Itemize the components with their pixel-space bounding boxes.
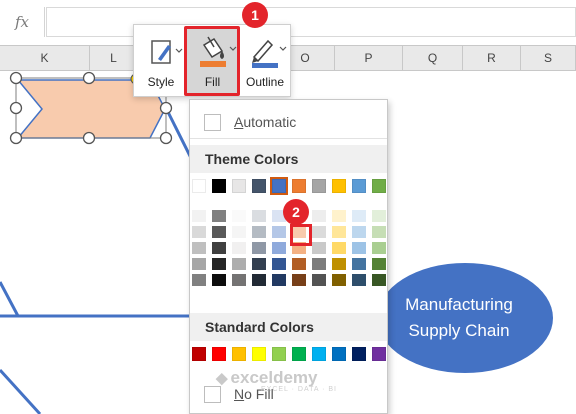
standard-color-swatch[interactable] [312, 347, 326, 361]
standard-color-swatch[interactable] [372, 347, 386, 361]
theme-shade-swatch[interactable] [312, 210, 326, 222]
theme-shade-swatch[interactable] [352, 242, 366, 254]
theme-shade-swatch[interactable] [372, 274, 386, 286]
theme-shade-swatch[interactable] [252, 274, 266, 286]
style-icon [151, 40, 183, 64]
theme-shade-swatch[interactable] [212, 210, 226, 222]
standard-color-swatch[interactable] [192, 347, 206, 361]
theme-shade-swatch[interactable] [332, 258, 346, 270]
theme-shade-swatch[interactable] [352, 274, 366, 286]
theme-shade-swatch[interactable] [372, 258, 386, 270]
theme-shade-swatch[interactable] [272, 226, 286, 238]
theme-shade-swatch[interactable] [312, 274, 326, 286]
fill-highlight [184, 26, 240, 96]
theme-shade-swatch[interactable] [232, 226, 246, 238]
standard-color-swatch[interactable] [212, 347, 226, 361]
ellipse-label-line2: Supply Chain [408, 321, 510, 340]
logo-icon: ◆ [216, 370, 228, 387]
logo-tagline: EXCEL · DATA · BI [261, 386, 337, 393]
theme-color-swatch[interactable] [212, 179, 226, 193]
theme-shade-swatch[interactable] [332, 242, 346, 254]
automatic-option[interactable]: Automatic [190, 108, 387, 136]
step-2-badge: 2 [283, 199, 309, 225]
standard-color-swatch[interactable] [232, 347, 246, 361]
automatic-swatch [204, 114, 221, 131]
theme-shade-swatch[interactable] [252, 226, 266, 238]
theme-shade-swatch[interactable] [352, 226, 366, 238]
pen-outline-icon [252, 39, 287, 68]
theme-color-swatch[interactable] [232, 179, 246, 193]
ellipse-label-line1: Manufacturing [405, 295, 513, 314]
outline-button[interactable]: Outline [240, 29, 290, 93]
standard-colors-heading: Standard Colors [190, 313, 387, 341]
exceldemy-logo: ◆ exceldemy [216, 368, 318, 388]
standard-color-swatch[interactable] [292, 347, 306, 361]
theme-color-swatch[interactable] [372, 179, 386, 193]
theme-shade-swatch[interactable] [252, 258, 266, 270]
no-fill-swatch [204, 386, 221, 403]
standard-color-swatch[interactable] [272, 347, 286, 361]
logo-text: exceldemy [230, 368, 318, 387]
theme-shade-swatch[interactable] [332, 226, 346, 238]
theme-colors-heading: Theme Colors [190, 145, 387, 173]
theme-shade-swatch[interactable] [232, 242, 246, 254]
theme-shade-swatch[interactable] [212, 226, 226, 238]
theme-shade-swatch[interactable] [232, 274, 246, 286]
theme-shade-swatch[interactable] [312, 242, 326, 254]
theme-shade-swatch[interactable] [212, 274, 226, 286]
theme-color-swatch[interactable] [270, 177, 288, 195]
menu-divider [190, 138, 387, 139]
theme-color-swatch[interactable] [332, 179, 346, 193]
theme-shade-swatch[interactable] [212, 242, 226, 254]
theme-color-swatch[interactable] [352, 179, 366, 193]
style-label: Style [147, 75, 175, 89]
theme-shade-swatch[interactable] [272, 242, 286, 254]
theme-shade-swatch[interactable] [192, 258, 206, 270]
theme-shade-swatch[interactable] [292, 274, 306, 286]
selected-shade-highlight [290, 224, 312, 246]
fill-color-menu: Automatic Theme Colors Standard Colors N… [189, 99, 388, 414]
standard-color-swatch[interactable] [332, 347, 346, 361]
automatic-label: Automatic [234, 114, 297, 130]
theme-color-swatch[interactable] [292, 179, 306, 193]
theme-color-swatch[interactable] [312, 179, 326, 193]
theme-shade-swatch[interactable] [372, 210, 386, 222]
bone-line [0, 281, 20, 317]
theme-color-swatch[interactable] [192, 179, 206, 193]
theme-shade-swatch[interactable] [332, 210, 346, 222]
theme-shade-swatch[interactable] [192, 226, 206, 238]
theme-shade-swatch[interactable] [352, 258, 366, 270]
theme-shade-swatch[interactable] [192, 274, 206, 286]
theme-shade-swatch[interactable] [372, 226, 386, 238]
theme-shade-swatch[interactable] [312, 258, 326, 270]
step-1-badge: 1 [242, 2, 268, 28]
theme-shade-swatch[interactable] [272, 258, 286, 270]
theme-shade-swatch[interactable] [212, 258, 226, 270]
theme-shade-swatch[interactable] [232, 258, 246, 270]
bone-line [0, 368, 42, 414]
theme-shade-swatch[interactable] [292, 258, 306, 270]
theme-shade-swatch[interactable] [192, 242, 206, 254]
standard-color-swatch[interactable] [352, 347, 366, 361]
theme-shade-swatch[interactable] [312, 226, 326, 238]
theme-shade-swatch[interactable] [332, 274, 346, 286]
theme-color-swatch[interactable] [252, 179, 266, 193]
theme-shade-swatch[interactable] [252, 242, 266, 254]
style-button[interactable]: Style [138, 29, 184, 93]
theme-shade-swatch[interactable] [252, 210, 266, 222]
ellipse-label: Manufacturing Supply Chain [384, 292, 534, 344]
theme-shade-swatch[interactable] [232, 210, 246, 222]
theme-shade-swatch[interactable] [272, 274, 286, 286]
theme-shade-swatch[interactable] [192, 210, 206, 222]
outline-label: Outline [245, 75, 285, 89]
standard-color-swatch[interactable] [252, 347, 266, 361]
theme-shade-swatch[interactable] [372, 242, 386, 254]
theme-shade-swatch[interactable] [352, 210, 366, 222]
